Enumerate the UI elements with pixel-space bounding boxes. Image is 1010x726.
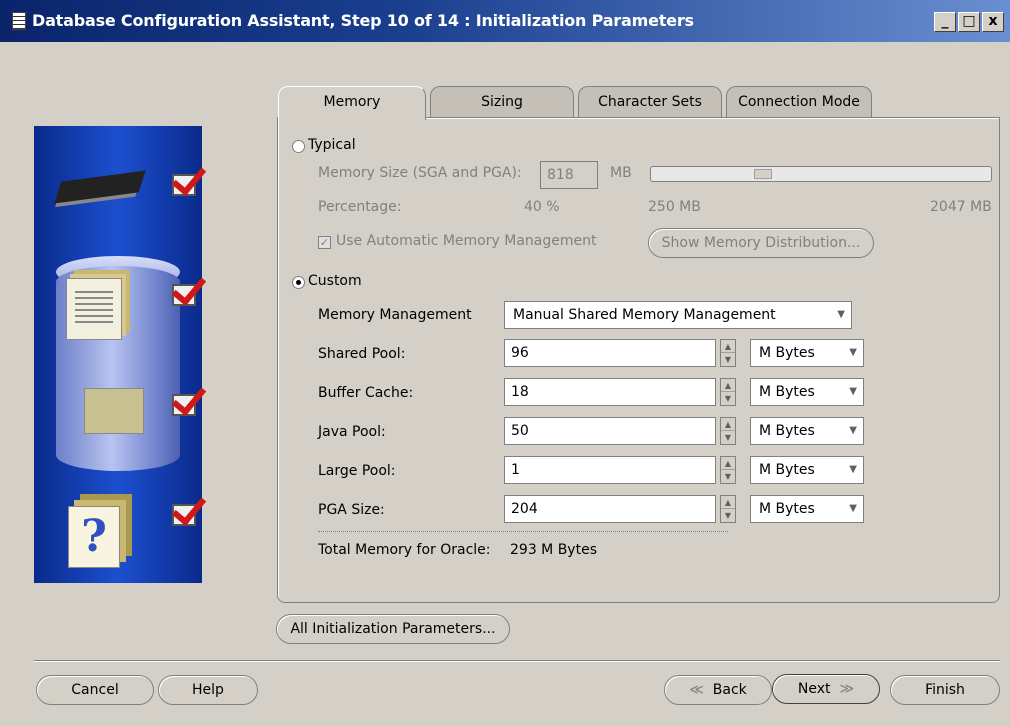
memory-size-label: Memory Size (SGA and PGA): [318, 165, 522, 181]
wizard-illustration: ? [34, 126, 202, 583]
shapes-icon [84, 388, 144, 434]
custom-radio[interactable] [292, 276, 305, 289]
check-icon [172, 174, 196, 196]
check-icon [172, 284, 196, 306]
help-button[interactable]: Help [158, 675, 258, 705]
buffer-cache-unit-select[interactable]: M Bytes ▼ [750, 378, 864, 406]
memory-slider[interactable] [650, 166, 992, 182]
unit-value: M Bytes [759, 501, 815, 517]
auto-memory-label: Use Automatic Memory Management [336, 233, 597, 249]
tab-memory[interactable]: Memory [278, 86, 426, 120]
chevron-down-icon: ▼ [849, 464, 857, 475]
arrow-up-icon[interactable]: ▲ [721, 340, 735, 353]
total-divider [318, 531, 728, 532]
tab-sizing[interactable]: Sizing [430, 86, 574, 118]
arrow-up-icon[interactable]: ▲ [721, 418, 735, 431]
unit-value: M Bytes [759, 345, 815, 361]
shared-pool-stepper[interactable]: ▲ ▼ [720, 339, 736, 367]
arrow-down-icon[interactable]: ▼ [721, 431, 735, 444]
check-icon [172, 504, 196, 526]
back-label: Back [712, 682, 747, 698]
percentage-value: 40 % [524, 199, 560, 215]
percentage-label: Percentage: [318, 199, 402, 215]
chip-icon [54, 170, 146, 204]
pga-size-stepper[interactable]: ▲ ▼ [720, 495, 736, 523]
shared-pool-input[interactable]: 96 [504, 339, 716, 367]
unit-value: M Bytes [759, 423, 815, 439]
pga-size-input[interactable]: 204 [504, 495, 716, 523]
dbca-window: Database Configuration Assistant, Step 1… [0, 0, 1010, 726]
tab-connection-mode[interactable]: Connection Mode [726, 86, 872, 118]
next-label: Next [797, 681, 831, 697]
pga-size-label: PGA Size: [318, 502, 385, 518]
chevron-down-icon: ▼ [837, 309, 845, 320]
check-icon [172, 394, 196, 416]
unit-value: M Bytes [759, 462, 815, 478]
arrow-up-icon[interactable]: ▲ [721, 457, 735, 470]
arrow-up-icon[interactable]: ▲ [721, 379, 735, 392]
slider-max-label: 2047 MB [930, 199, 992, 215]
custom-label: Custom [308, 273, 362, 289]
java-pool-unit-select[interactable]: M Bytes ▼ [750, 417, 864, 445]
memory-management-label: Memory Management [318, 307, 472, 323]
window-title: Database Configuration Assistant, Step 1… [32, 11, 694, 30]
shared-pool-label: Shared Pool: [318, 346, 406, 362]
arrow-down-icon[interactable]: ▼ [721, 470, 735, 483]
maximize-button[interactable]: □ [958, 12, 980, 32]
auto-memory-checkbox[interactable]: ✓ [318, 236, 331, 249]
total-memory-label: Total Memory for Oracle: [318, 542, 491, 558]
arrow-down-icon[interactable]: ▼ [721, 509, 735, 522]
arrow-up-icon[interactable]: ▲ [721, 496, 735, 509]
close-button[interactable]: x [982, 12, 1004, 32]
memory-size-unit: MB [610, 165, 632, 181]
back-button[interactable]: ≪ Back [664, 675, 772, 705]
finish-button[interactable]: Finish [890, 675, 1000, 705]
minimize-button[interactable]: _ [934, 12, 956, 32]
show-memory-distribution-button[interactable]: Show Memory Distribution... [648, 228, 874, 258]
total-memory-value: 293 M Bytes [510, 542, 597, 558]
back-arrow-icon: ≪ [689, 682, 704, 698]
all-initialization-parameters-button[interactable]: All Initialization Parameters... [276, 614, 510, 644]
shared-pool-unit-select[interactable]: M Bytes ▼ [750, 339, 864, 367]
footer-separator [34, 660, 1000, 662]
next-button[interactable]: Next ≫ [772, 674, 880, 704]
chevron-down-icon: ▼ [849, 425, 857, 436]
help-document-icon: ? [68, 506, 120, 568]
app-icon [12, 12, 26, 30]
large-pool-input[interactable]: 1 [504, 456, 716, 484]
documents-icon [66, 278, 122, 340]
large-pool-unit-select[interactable]: M Bytes ▼ [750, 456, 864, 484]
chevron-down-icon: ▼ [849, 503, 857, 514]
java-pool-input[interactable]: 50 [504, 417, 716, 445]
java-pool-label: Java Pool: [318, 424, 386, 440]
memory-management-select[interactable]: Manual Shared Memory Management ▼ [504, 301, 852, 329]
unit-value: M Bytes [759, 384, 815, 400]
typical-label: Typical [308, 137, 356, 153]
chevron-down-icon: ▼ [849, 386, 857, 397]
buffer-cache-stepper[interactable]: ▲ ▼ [720, 378, 736, 406]
buffer-cache-input[interactable]: 18 [504, 378, 716, 406]
chevron-down-icon: ▼ [849, 347, 857, 358]
large-pool-stepper[interactable]: ▲ ▼ [720, 456, 736, 484]
pga-size-unit-select[interactable]: M Bytes ▼ [750, 495, 864, 523]
title-bar: Database Configuration Assistant, Step 1… [0, 0, 1010, 42]
tab-character-sets[interactable]: Character Sets [578, 86, 722, 118]
arrow-down-icon[interactable]: ▼ [721, 353, 735, 366]
slider-min-label: 250 MB [648, 199, 701, 215]
memory-management-value: Manual Shared Memory Management [513, 307, 776, 323]
next-arrow-icon: ≫ [839, 681, 855, 697]
cancel-button[interactable]: Cancel [36, 675, 154, 705]
large-pool-label: Large Pool: [318, 463, 396, 479]
buffer-cache-label: Buffer Cache: [318, 385, 414, 401]
java-pool-stepper[interactable]: ▲ ▼ [720, 417, 736, 445]
arrow-down-icon[interactable]: ▼ [721, 392, 735, 405]
typical-radio[interactable] [292, 140, 305, 153]
memory-size-field[interactable]: 818 [540, 161, 598, 189]
slider-thumb[interactable] [754, 169, 772, 179]
